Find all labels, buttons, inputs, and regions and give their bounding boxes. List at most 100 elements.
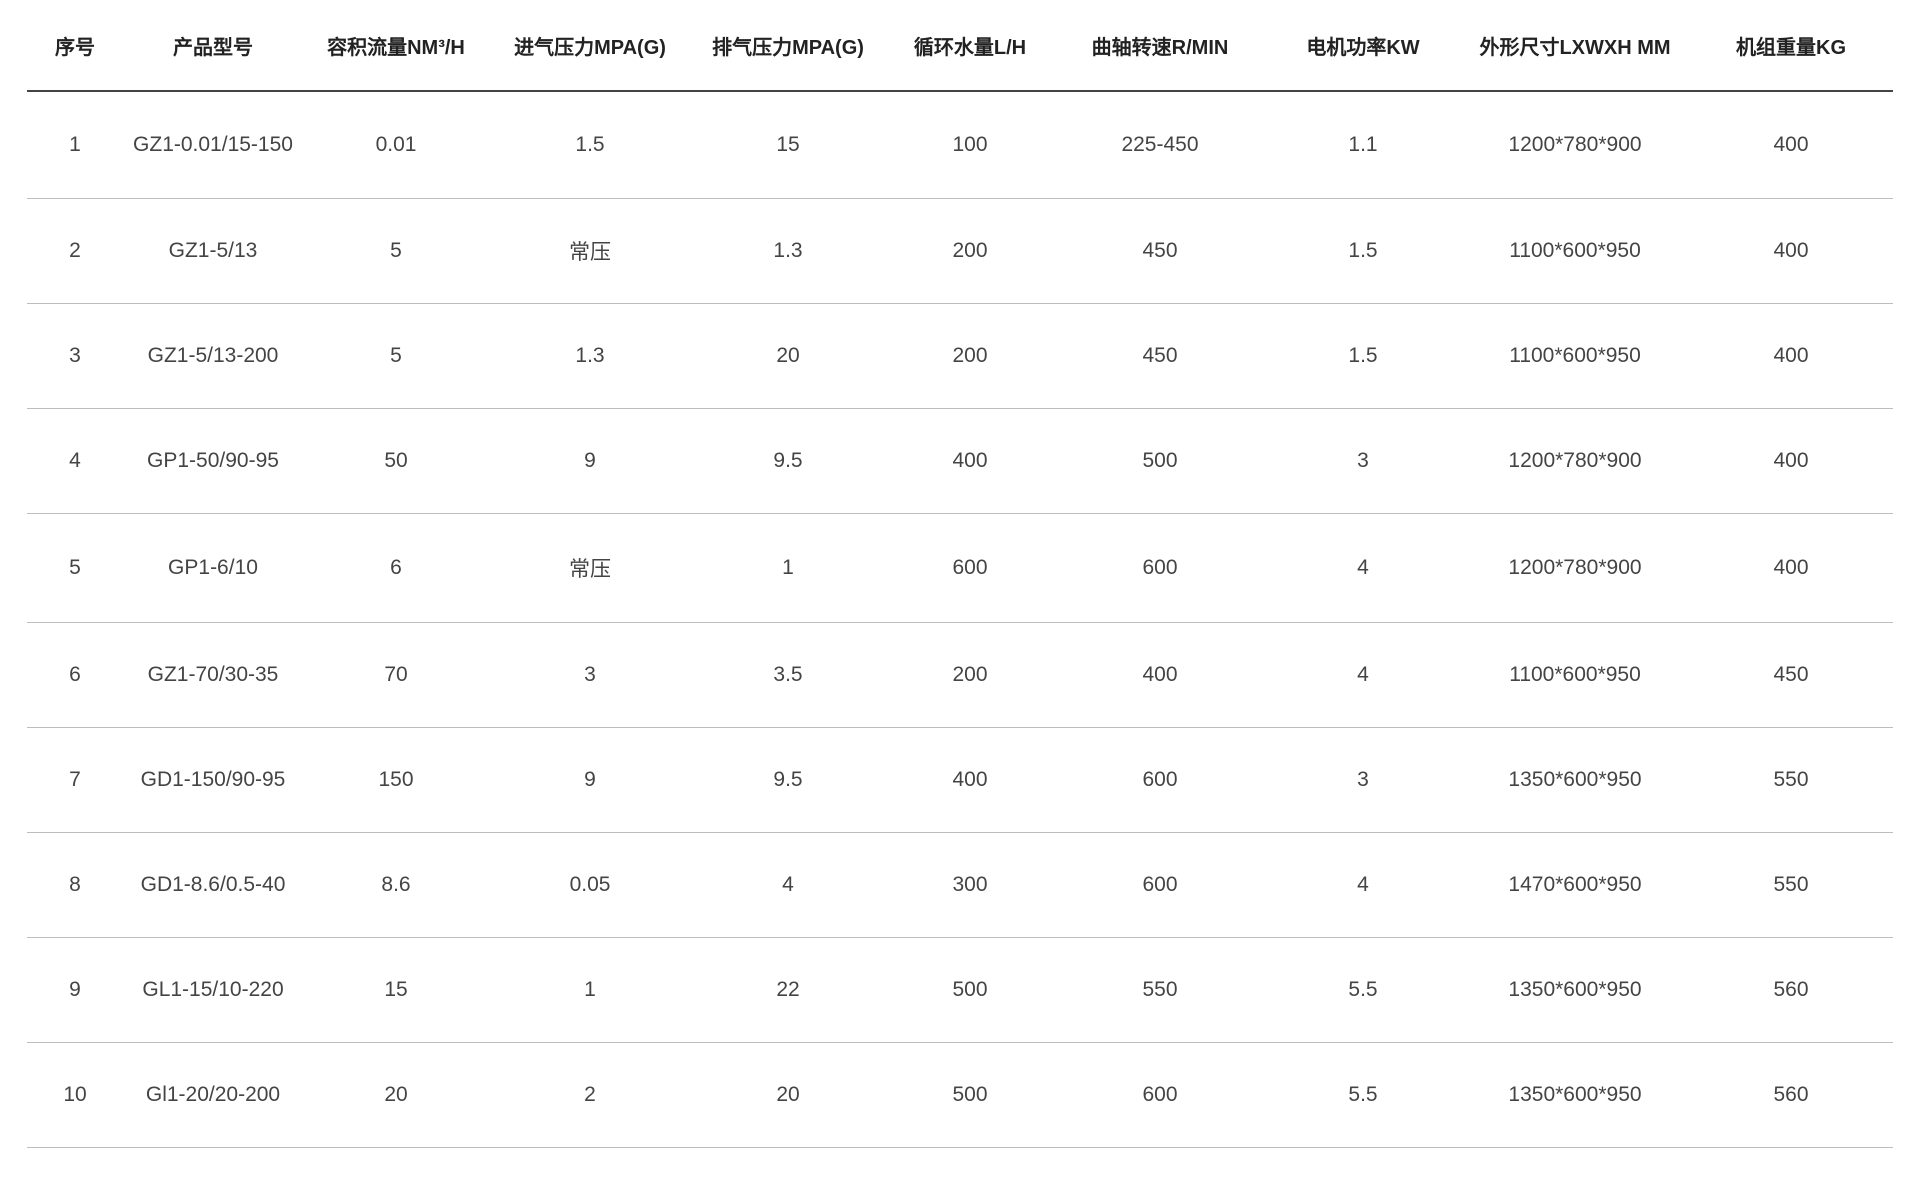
cell-crank-speed: 400 [1055,622,1265,728]
cell-dimensions: 1350*600*950 [1461,1042,1689,1148]
table-row: 5 GP1-6/10 6 常压 1 600 600 4 1200*780*900 400 [27,513,1893,623]
cell-weight: 400 [1689,408,1893,514]
cell-water-flow: 300 [885,832,1055,938]
header-water-flow: 循环水量L/H [885,0,1055,92]
cell-index: 6 [27,622,123,728]
cell-model: GZ1-0.01/15-150 [123,91,303,199]
cell-flow: 8.6 [303,832,489,938]
cell-inlet-pressure: 1 [489,937,691,1043]
cell-dimensions: 1100*600*950 [1461,303,1689,409]
cell-crank-speed: 600 [1055,832,1265,938]
cell-flow: 50 [303,408,489,514]
header-row: 序号 产品型号 容积流量NM³/H 进气压力MPA(G) 排气压力MPA(G) … [27,0,1893,92]
cell-index: 10 [27,1042,123,1148]
cell-motor-power: 4 [1265,622,1461,728]
cell-crank-speed: 225-450 [1055,91,1265,199]
cell-outlet-pressure: 20 [691,303,885,409]
cell-weight: 400 [1689,513,1893,623]
cell-motor-power: 1.5 [1265,303,1461,409]
cell-motor-power: 3 [1265,727,1461,833]
cell-flow: 5 [303,198,489,304]
table-row: 2 GZ1-5/13 5 常压 1.3 200 450 1.5 1100*600*950 400 [27,198,1893,304]
table-row: 4 GP1-50/90-95 50 9 9.5 400 500 3 1200*780*900 40… [27,408,1893,514]
cell-index: 8 [27,832,123,938]
cell-dimensions: 1350*600*950 [1461,937,1689,1043]
header-model: 产品型号 [123,0,303,92]
cell-outlet-pressure: 20 [691,1042,885,1148]
cell-model: Gl1-20/20-200 [123,1042,303,1148]
cell-index: 5 [27,513,123,623]
cell-water-flow: 400 [885,408,1055,514]
cell-weight: 400 [1689,198,1893,304]
cell-crank-speed: 600 [1055,727,1265,833]
cell-crank-speed: 550 [1055,937,1265,1043]
cell-motor-power: 1.1 [1265,91,1461,199]
cell-flow: 15 [303,937,489,1043]
cell-weight: 560 [1689,937,1893,1043]
cell-water-flow: 200 [885,198,1055,304]
header-inlet-pressure: 进气压力MPA(G) [489,0,691,92]
cell-dimensions: 1100*600*950 [1461,198,1689,304]
cell-dimensions: 1200*780*900 [1461,91,1689,199]
table-row: 9 GL1-15/10-220 15 1 22 500 550 5.5 1350*600*950… [27,937,1893,1043]
cell-flow: 5 [303,303,489,409]
table-row: 10 Gl1-20/20-200 20 2 20 500 600 5.5 1350*600*95… [27,1042,1893,1148]
cell-dimensions: 1470*600*950 [1461,832,1689,938]
cell-water-flow: 200 [885,622,1055,728]
table-row: 8 GD1-8.6/0.5-40 8.6 0.05 4 300 600 4 1470*600*9… [27,832,1893,938]
cell-flow: 0.01 [303,91,489,199]
cell-outlet-pressure: 3.5 [691,622,885,728]
cell-motor-power: 4 [1265,513,1461,623]
cell-water-flow: 500 [885,937,1055,1043]
cell-flow: 70 [303,622,489,728]
cell-inlet-pressure: 常压 [489,198,691,304]
cell-weight: 400 [1689,91,1893,199]
table-row: 3 GZ1-5/13-200 5 1.3 20 200 450 1.5 1100*600*950… [27,303,1893,409]
cell-water-flow: 400 [885,727,1055,833]
cell-index: 4 [27,408,123,514]
cell-inlet-pressure: 1.3 [489,303,691,409]
cell-index: 9 [27,937,123,1043]
cell-weight: 560 [1689,1042,1893,1148]
cell-motor-power: 4 [1265,832,1461,938]
cell-model: GD1-150/90-95 [123,727,303,833]
cell-dimensions: 1350*600*950 [1461,727,1689,833]
cell-index: 7 [27,727,123,833]
cell-index: 3 [27,303,123,409]
cell-water-flow: 200 [885,303,1055,409]
cell-inlet-pressure: 0.05 [489,832,691,938]
cell-index: 2 [27,198,123,304]
cell-flow: 150 [303,727,489,833]
cell-inlet-pressure: 1.5 [489,91,691,199]
cell-water-flow: 600 [885,513,1055,623]
header-motor-power: 电机功率KW [1265,0,1461,92]
cell-inlet-pressure: 9 [489,408,691,514]
table-row: 7 GD1-150/90-95 150 9 9.5 400 600 3 1350*600*950… [27,727,1893,833]
cell-weight: 400 [1689,303,1893,409]
cell-model: GP1-6/10 [123,513,303,623]
table-row: 1 GZ1-0.01/15-150 0.01 1.5 15 100 225-450 1.1 12… [27,91,1893,199]
header-crank-speed: 曲轴转速R/MIN [1055,0,1265,92]
cell-model: GD1-8.6/0.5-40 [123,832,303,938]
header-outlet-pressure: 排气压力MPA(G) [691,0,885,92]
cell-model: GZ1-5/13-200 [123,303,303,409]
cell-motor-power: 1.5 [1265,198,1461,304]
cell-outlet-pressure: 15 [691,91,885,199]
cell-outlet-pressure: 22 [691,937,885,1043]
cell-crank-speed: 450 [1055,303,1265,409]
cell-flow: 20 [303,1042,489,1148]
cell-crank-speed: 500 [1055,408,1265,514]
cell-crank-speed: 450 [1055,198,1265,304]
cell-flow: 6 [303,513,489,623]
cell-crank-speed: 600 [1055,1042,1265,1148]
header-dimensions: 外形尺寸LXWXH MM [1461,0,1689,92]
cell-weight: 450 [1689,622,1893,728]
cell-index: 1 [27,91,123,199]
cell-weight: 550 [1689,832,1893,938]
cell-inlet-pressure: 9 [489,727,691,833]
cell-dimensions: 1200*780*900 [1461,408,1689,514]
cell-water-flow: 500 [885,1042,1055,1148]
cell-model: GP1-50/90-95 [123,408,303,514]
product-spec-table: 序号 产品型号 容积流量NM³/H 进气压力MPA(G) 排气压力MPA(G) … [27,0,1893,1148]
cell-outlet-pressure: 9.5 [691,408,885,514]
